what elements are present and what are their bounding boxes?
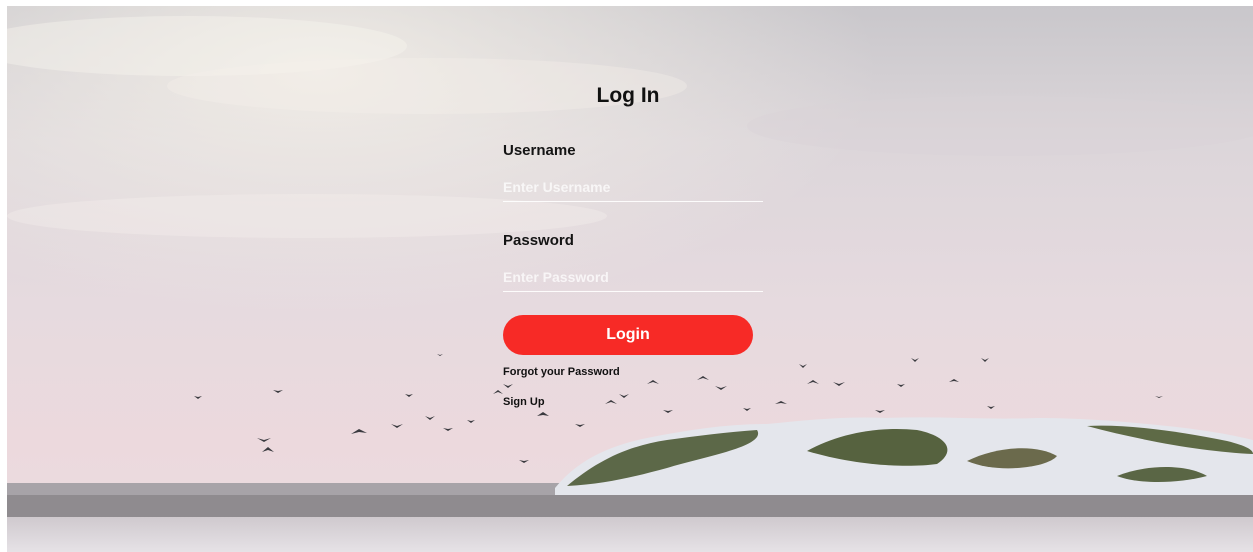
login-button[interactable]: Login bbox=[503, 315, 753, 355]
username-input[interactable] bbox=[503, 173, 763, 202]
forgot-password-link[interactable]: Forgot your Password bbox=[503, 366, 620, 378]
sign-up-link[interactable]: Sign Up bbox=[503, 396, 545, 408]
page-viewport: Log In Username Password Login Forgot yo… bbox=[7, 6, 1253, 552]
page-title: Log In bbox=[596, 84, 660, 107]
password-input[interactable] bbox=[503, 263, 763, 292]
username-label: Username bbox=[503, 142, 576, 159]
password-label: Password bbox=[503, 232, 574, 249]
